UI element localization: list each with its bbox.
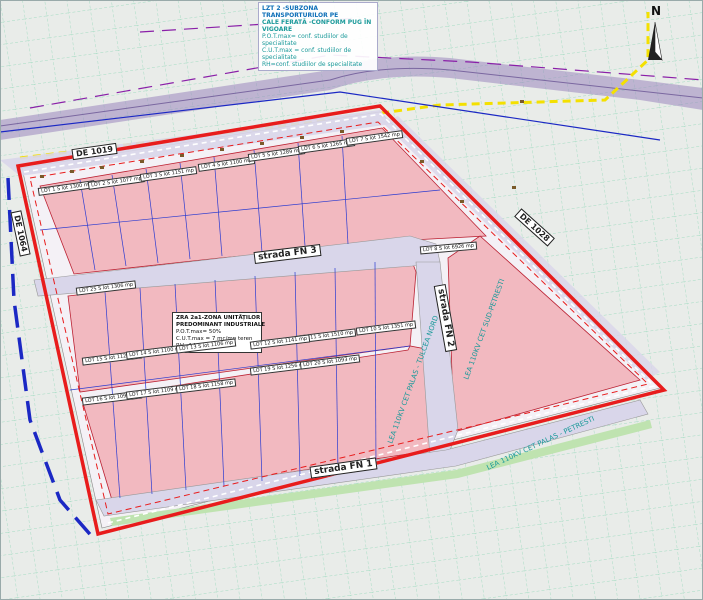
map-stage[interactable]: LEA 110KV CET PALAS - TULCEA NORD LEA 11… xyxy=(0,0,703,600)
zone-pot: P.O.T.max= 50% xyxy=(176,329,222,335)
north-label: N xyxy=(651,4,662,18)
legend-title: LZT 2 -SUBZONA TRANSPORTURILOR PE xyxy=(262,5,339,19)
zone-title-2: PREDOMINANT INDUSTRIALE xyxy=(176,322,266,328)
legend-transport-zone: LZT 2 -SUBZONA TRANSPORTURILOR PE CALE F… xyxy=(258,2,378,71)
legend-line-2: C.U.T.max = conf. studiilor de specialit… xyxy=(262,47,352,61)
legend-subtitle: CALE FERATĂ -CONFORM PUG ÎN VIGOARE xyxy=(262,19,372,33)
legend-line-1: P.O.T.max= conf. studiilor de specialita… xyxy=(262,33,348,47)
legend-line-3: RH=conf. studiilor de specialitate xyxy=(262,61,363,68)
zone-title: ZRA 2a1-ZONA UNITĂȚILOR xyxy=(176,315,261,321)
urban-plan-map[interactable]: LEA 110KV CET PALAS - TULCEA NORD LEA 11… xyxy=(0,0,703,600)
